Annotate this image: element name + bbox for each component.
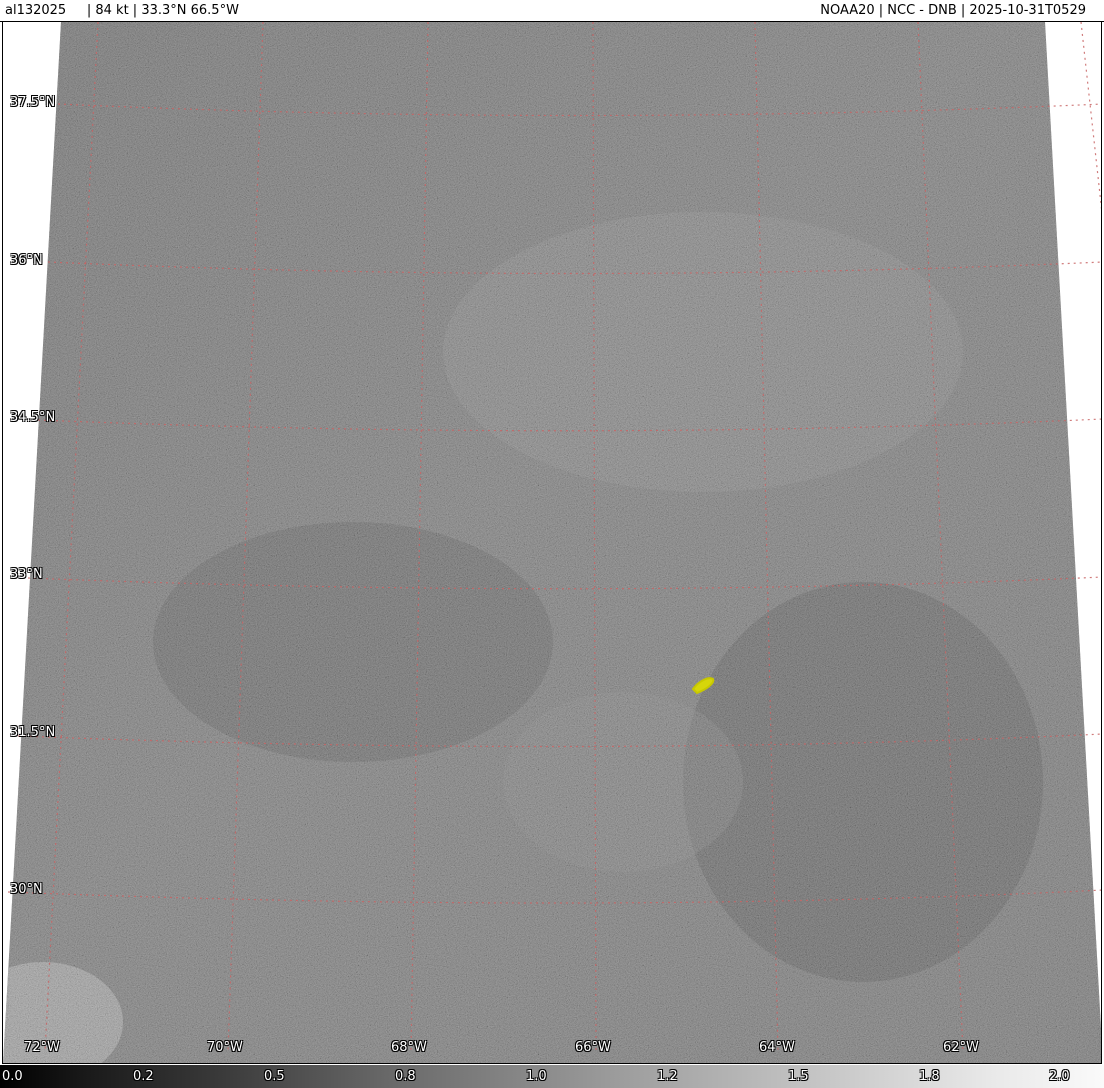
lat-label-34-5: 34.5°N bbox=[10, 410, 56, 425]
satellite-image bbox=[3, 22, 1101, 1063]
lat-label-36: 36°N bbox=[10, 253, 43, 268]
lon-label-64: 64°W bbox=[759, 1040, 795, 1055]
colorbar-tick: 1.8 bbox=[919, 1069, 940, 1084]
colorbar-tick: 0.0 bbox=[2, 1069, 23, 1084]
lon-label-66: 66°W bbox=[575, 1040, 611, 1055]
colorbar-tick: 1.2 bbox=[657, 1069, 678, 1084]
lat-label-31-5: 31.5°N bbox=[10, 725, 56, 740]
storm-info: al132025 | 84 kt | 33.3°N 66.5°W bbox=[5, 3, 239, 18]
colorbar-tick: 0.5 bbox=[264, 1069, 285, 1084]
colorbar-tick: 0.2 bbox=[133, 1069, 154, 1084]
colorbar: 0.0 0.2 0.5 0.8 1.0 1.2 1.5 1.8 2.0 bbox=[0, 1065, 1104, 1088]
colorbar-tick: 1.0 bbox=[526, 1069, 547, 1084]
lon-label-68: 68°W bbox=[391, 1040, 427, 1055]
colorbar-tick: 0.8 bbox=[395, 1069, 416, 1084]
colorbar-tick: 2.0 bbox=[1049, 1069, 1070, 1084]
lat-label-37-5: 37.5°N bbox=[10, 95, 56, 110]
lon-label-72: 72°W bbox=[24, 1040, 60, 1055]
satellite-map: 37.5°N 36°N 34.5°N 33°N 31.5°N 30°N 72°W… bbox=[2, 22, 1102, 1064]
lat-label-33: 33°N bbox=[10, 567, 43, 582]
lon-label-70: 70°W bbox=[207, 1040, 243, 1055]
lat-label-30: 30°N bbox=[10, 882, 43, 897]
title-bar: al132025 | 84 kt | 33.3°N 66.5°W NOAA20 … bbox=[0, 0, 1104, 22]
lon-label-62: 62°W bbox=[943, 1040, 979, 1055]
colorbar-tick: 1.5 bbox=[788, 1069, 809, 1084]
product-info: NOAA20 | NCC - DNB | 2025-10-31T0529 bbox=[820, 3, 1086, 18]
